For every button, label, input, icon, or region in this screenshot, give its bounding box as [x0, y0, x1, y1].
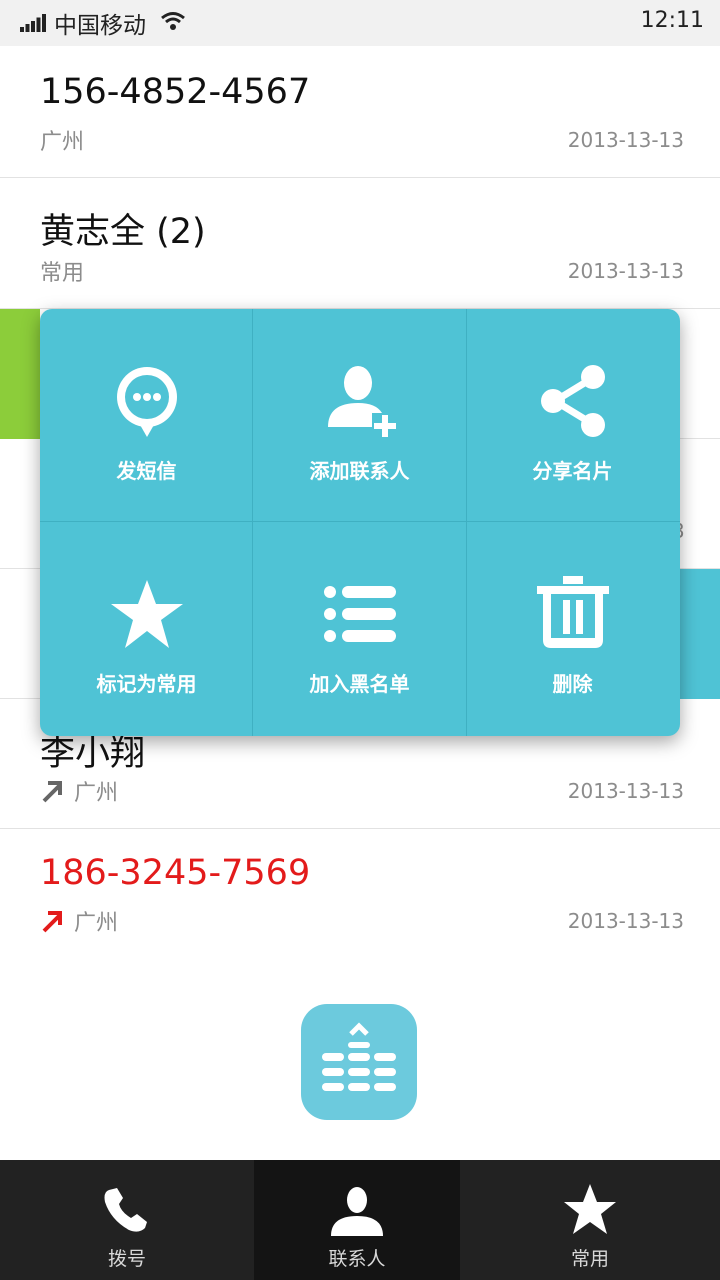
nav-label: 拨号 — [107, 1248, 146, 1270]
call-date: 2013-13-13 — [567, 909, 684, 933]
call-location: 广州 — [40, 905, 118, 937]
nav-contacts[interactable]: 联系人 — [254, 1160, 460, 1280]
add-contact-button[interactable]: 添加联系人 — [253, 309, 466, 522]
call-date: 2013-13-13 — [567, 128, 684, 152]
dialpad-button[interactable] — [301, 1004, 417, 1120]
missed-call-icon — [42, 911, 62, 933]
star-icon — [110, 580, 183, 648]
menu-label: 分享名片 — [532, 459, 613, 483]
wifi-icon — [161, 12, 185, 30]
clock: 12:11 — [640, 8, 704, 33]
menu-label: 删除 — [552, 672, 593, 696]
share-card-button[interactable]: 分享名片 — [466, 309, 679, 522]
call-log-row[interactable]: 156-4852-4567 广州 2013-13-13 — [0, 48, 720, 178]
add-contact-icon — [327, 366, 396, 437]
bottom-nav: 拨号 联系人 常用 — [0, 1160, 720, 1280]
status-bar: 中国移动 12:11 — [0, 0, 720, 46]
add-to-blacklist-button[interactable]: 加入黑名单 — [253, 522, 466, 735]
list-icon — [323, 586, 396, 642]
signal-icon — [20, 14, 46, 32]
carrier-label: 中国移动 — [54, 13, 146, 39]
star-icon — [564, 1184, 616, 1234]
swipe-action-strip — [680, 569, 720, 699]
nav-dialer[interactable]: 拨号 — [0, 1160, 254, 1280]
call-date: 2013-13-13 — [567, 259, 684, 283]
nav-label: 联系人 — [328, 1248, 386, 1270]
contacts-icon — [331, 1187, 383, 1236]
call-label: 常用 — [40, 261, 85, 286]
call-log-row[interactable]: 黄志全 (2) 常用 2013-13-13 — [0, 179, 720, 309]
send-sms-button[interactable]: 发短信 — [40, 309, 253, 522]
call-name: 186-3245-7569 — [40, 853, 311, 893]
call-location: 广州 — [40, 775, 118, 807]
menu-label: 发短信 — [116, 459, 177, 483]
nav-label: 常用 — [570, 1248, 609, 1270]
trash-icon — [536, 576, 609, 648]
swipe-action-strip — [0, 309, 40, 439]
mark-favorite-button[interactable]: 标记为常用 — [40, 522, 253, 735]
share-icon — [540, 365, 605, 437]
menu-label: 添加联系人 — [309, 459, 410, 483]
contact-action-menu: 发短信 添加联系人 分享名片 标记为常用 加入黑名单 删除 — [40, 309, 680, 736]
call-date: 2013-13-13 — [567, 779, 684, 803]
call-name: 156-4852-4567 — [40, 72, 311, 112]
phone-icon — [104, 1188, 147, 1232]
outgoing-call-icon — [42, 781, 62, 803]
call-location: 广州 — [40, 130, 85, 155]
nav-favorites[interactable]: 常用 — [460, 1160, 720, 1280]
call-name: 黄志全 (2) — [40, 212, 206, 252]
message-icon — [116, 367, 177, 437]
call-log-row[interactable]: 186-3245-7569 广州 2013-13-13 — [0, 829, 720, 959]
delete-button[interactable]: 删除 — [466, 522, 679, 735]
menu-label: 加入黑名单 — [309, 672, 410, 696]
menu-label: 标记为常用 — [96, 672, 197, 696]
dialpad-icon — [322, 1022, 396, 1091]
